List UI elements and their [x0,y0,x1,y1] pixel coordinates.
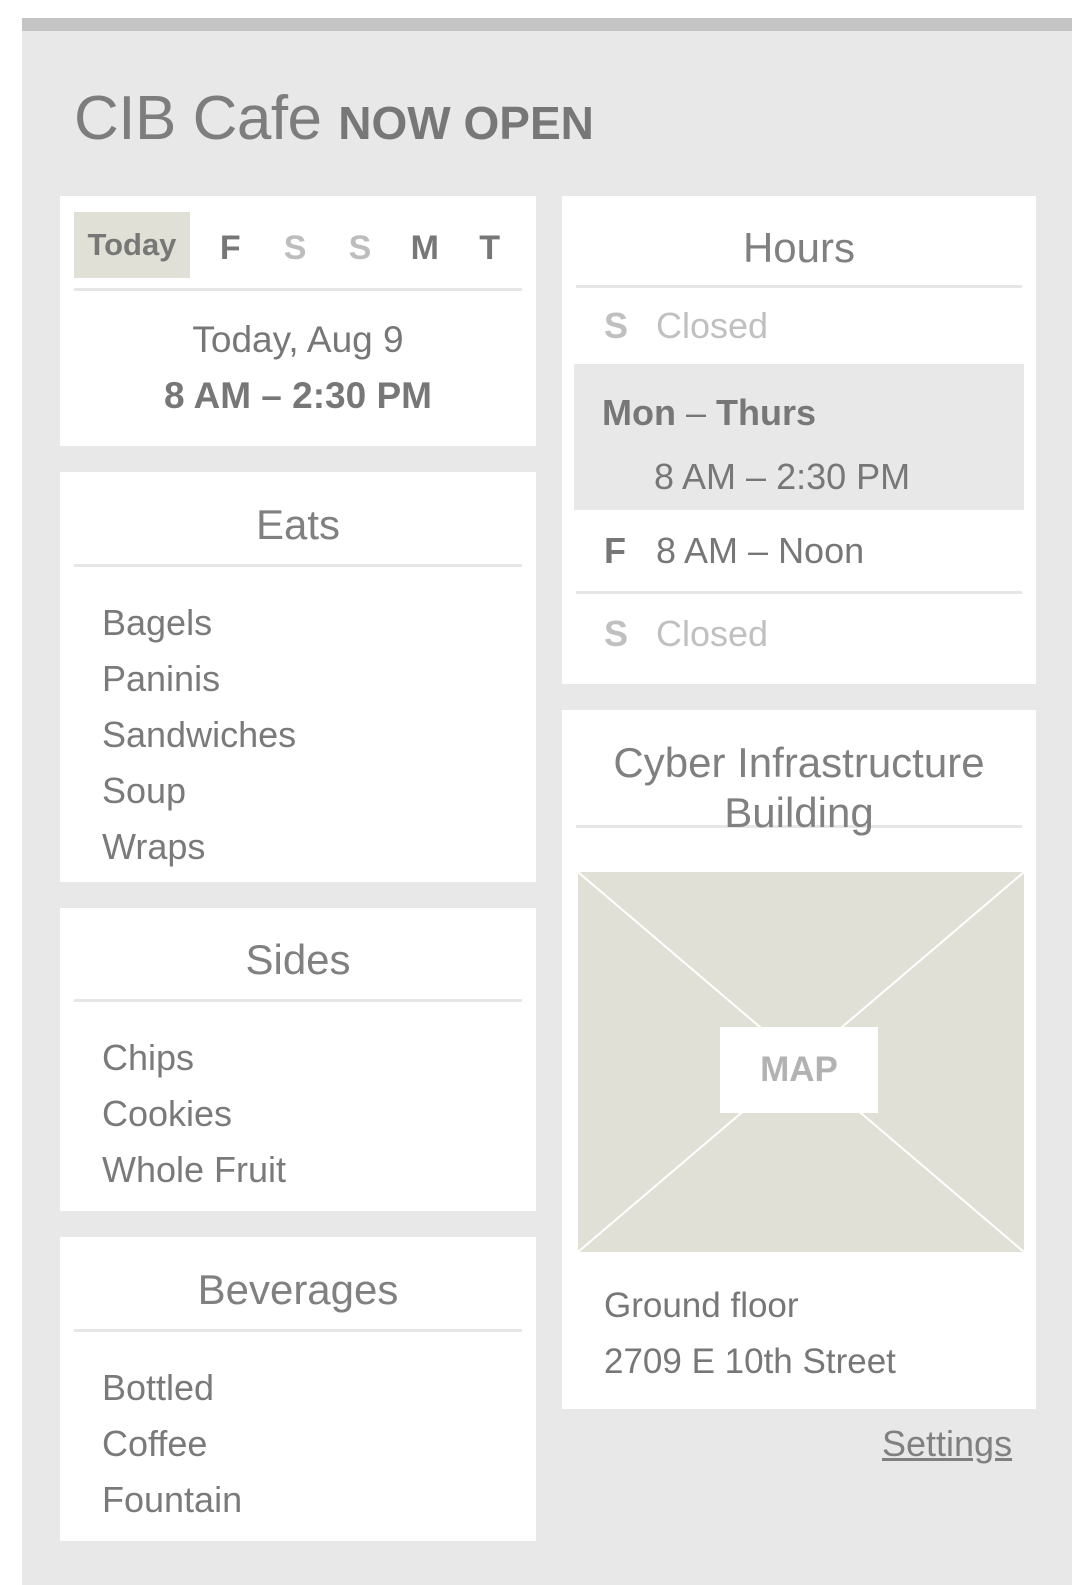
sides-card: Sides Chips Cookies Whole Fruit [60,908,536,1211]
tab-today[interactable]: Today [74,212,190,278]
tab-day-sat[interactable]: S [263,229,328,268]
hours-day: S [604,305,629,346]
cafe-name: CIB Cafe [74,84,322,153]
list-item: Fountain [102,1479,243,1520]
list-item: Sandwiches [102,714,297,755]
day-tabs: Today F S S M T [74,208,522,291]
list-item: Wraps [102,826,206,867]
list-item: Bottled [102,1367,215,1408]
hours-day: F [604,529,626,571]
beverages-title: Beverages [74,1237,522,1332]
tab-day-fri[interactable]: F [198,229,263,268]
hours-time: Closed [656,613,769,654]
beverages-card: Beverages Bottled Coffee Fountain [60,1237,536,1541]
eats-card: Eats Bagels Paninis Sandwiches Soup Wrap… [60,472,536,882]
list-item: Whole Fruit [102,1149,287,1190]
hours-title: Hours [576,196,1022,288]
list-item: Paninis [102,658,221,699]
hours-day-start: Mon [602,392,676,433]
sides-list: Chips Cookies Whole Fruit [60,1002,536,1198]
hours-day-dash: – [685,392,707,433]
hours-time: 8 AM – Noon [656,529,865,571]
hours-day-range: Mon – Thurs [574,364,1024,434]
hours-day: S [604,613,629,654]
list-item: Bagels [102,602,213,643]
selected-hours: 8 AM – 2:30 PM [164,375,432,416]
hours-day-end: Thurs [716,392,817,433]
tab-day-sun[interactable]: S [328,229,393,268]
list-item: Chips [102,1037,195,1078]
address: Ground floor 2709 E 10th Street [604,1278,896,1390]
eats-list: Bagels Paninis Sandwiches Soup Wraps [60,567,536,875]
hours-row-mon-thurs: Mon – Thurs 8 AM – 2:30 PM [574,364,1024,510]
hours-time: 8 AM – 2:30 PM [654,456,911,497]
beverages-list: Bottled Coffee Fountain [60,1332,536,1528]
address-street: 2709 E 10th Street [604,1342,896,1381]
location-card: Cyber Infrastructure Building MAP Ground… [562,710,1036,1409]
page-title: CIB Cafe NOW OPEN [74,83,594,154]
sides-title: Sides [74,908,522,1002]
map-label: MAP [720,1027,878,1113]
day-picker-card: Today F S S M T Today, Aug 9 8 AM – 2:30… [60,196,536,446]
settings-link[interactable]: Settings [882,1423,1012,1465]
hours-time: Closed [656,305,769,346]
tab-day-mon[interactable]: M [392,229,457,268]
location-title: Cyber Infrastructure Building [576,710,1022,836]
open-status-badge: NOW OPEN [338,97,594,149]
eats-title: Eats [74,472,522,567]
list-item: Soup [102,770,187,811]
address-floor: Ground floor [604,1286,799,1325]
list-item: Cookies [102,1093,233,1134]
hours-row-saturday: S Closed [576,288,1022,364]
hours-row-friday: F 8 AM – Noon [576,510,1022,594]
map[interactable]: MAP [578,872,1024,1252]
selected-date: Today, Aug 9 [192,319,404,360]
list-item: Coffee [102,1423,208,1464]
hours-card: Hours S Closed Mon – Thurs 8 AM – 2:30 P… [562,196,1036,684]
hours-row-sunday: S Closed [576,594,1022,674]
tab-day-tue[interactable]: T [457,229,522,268]
